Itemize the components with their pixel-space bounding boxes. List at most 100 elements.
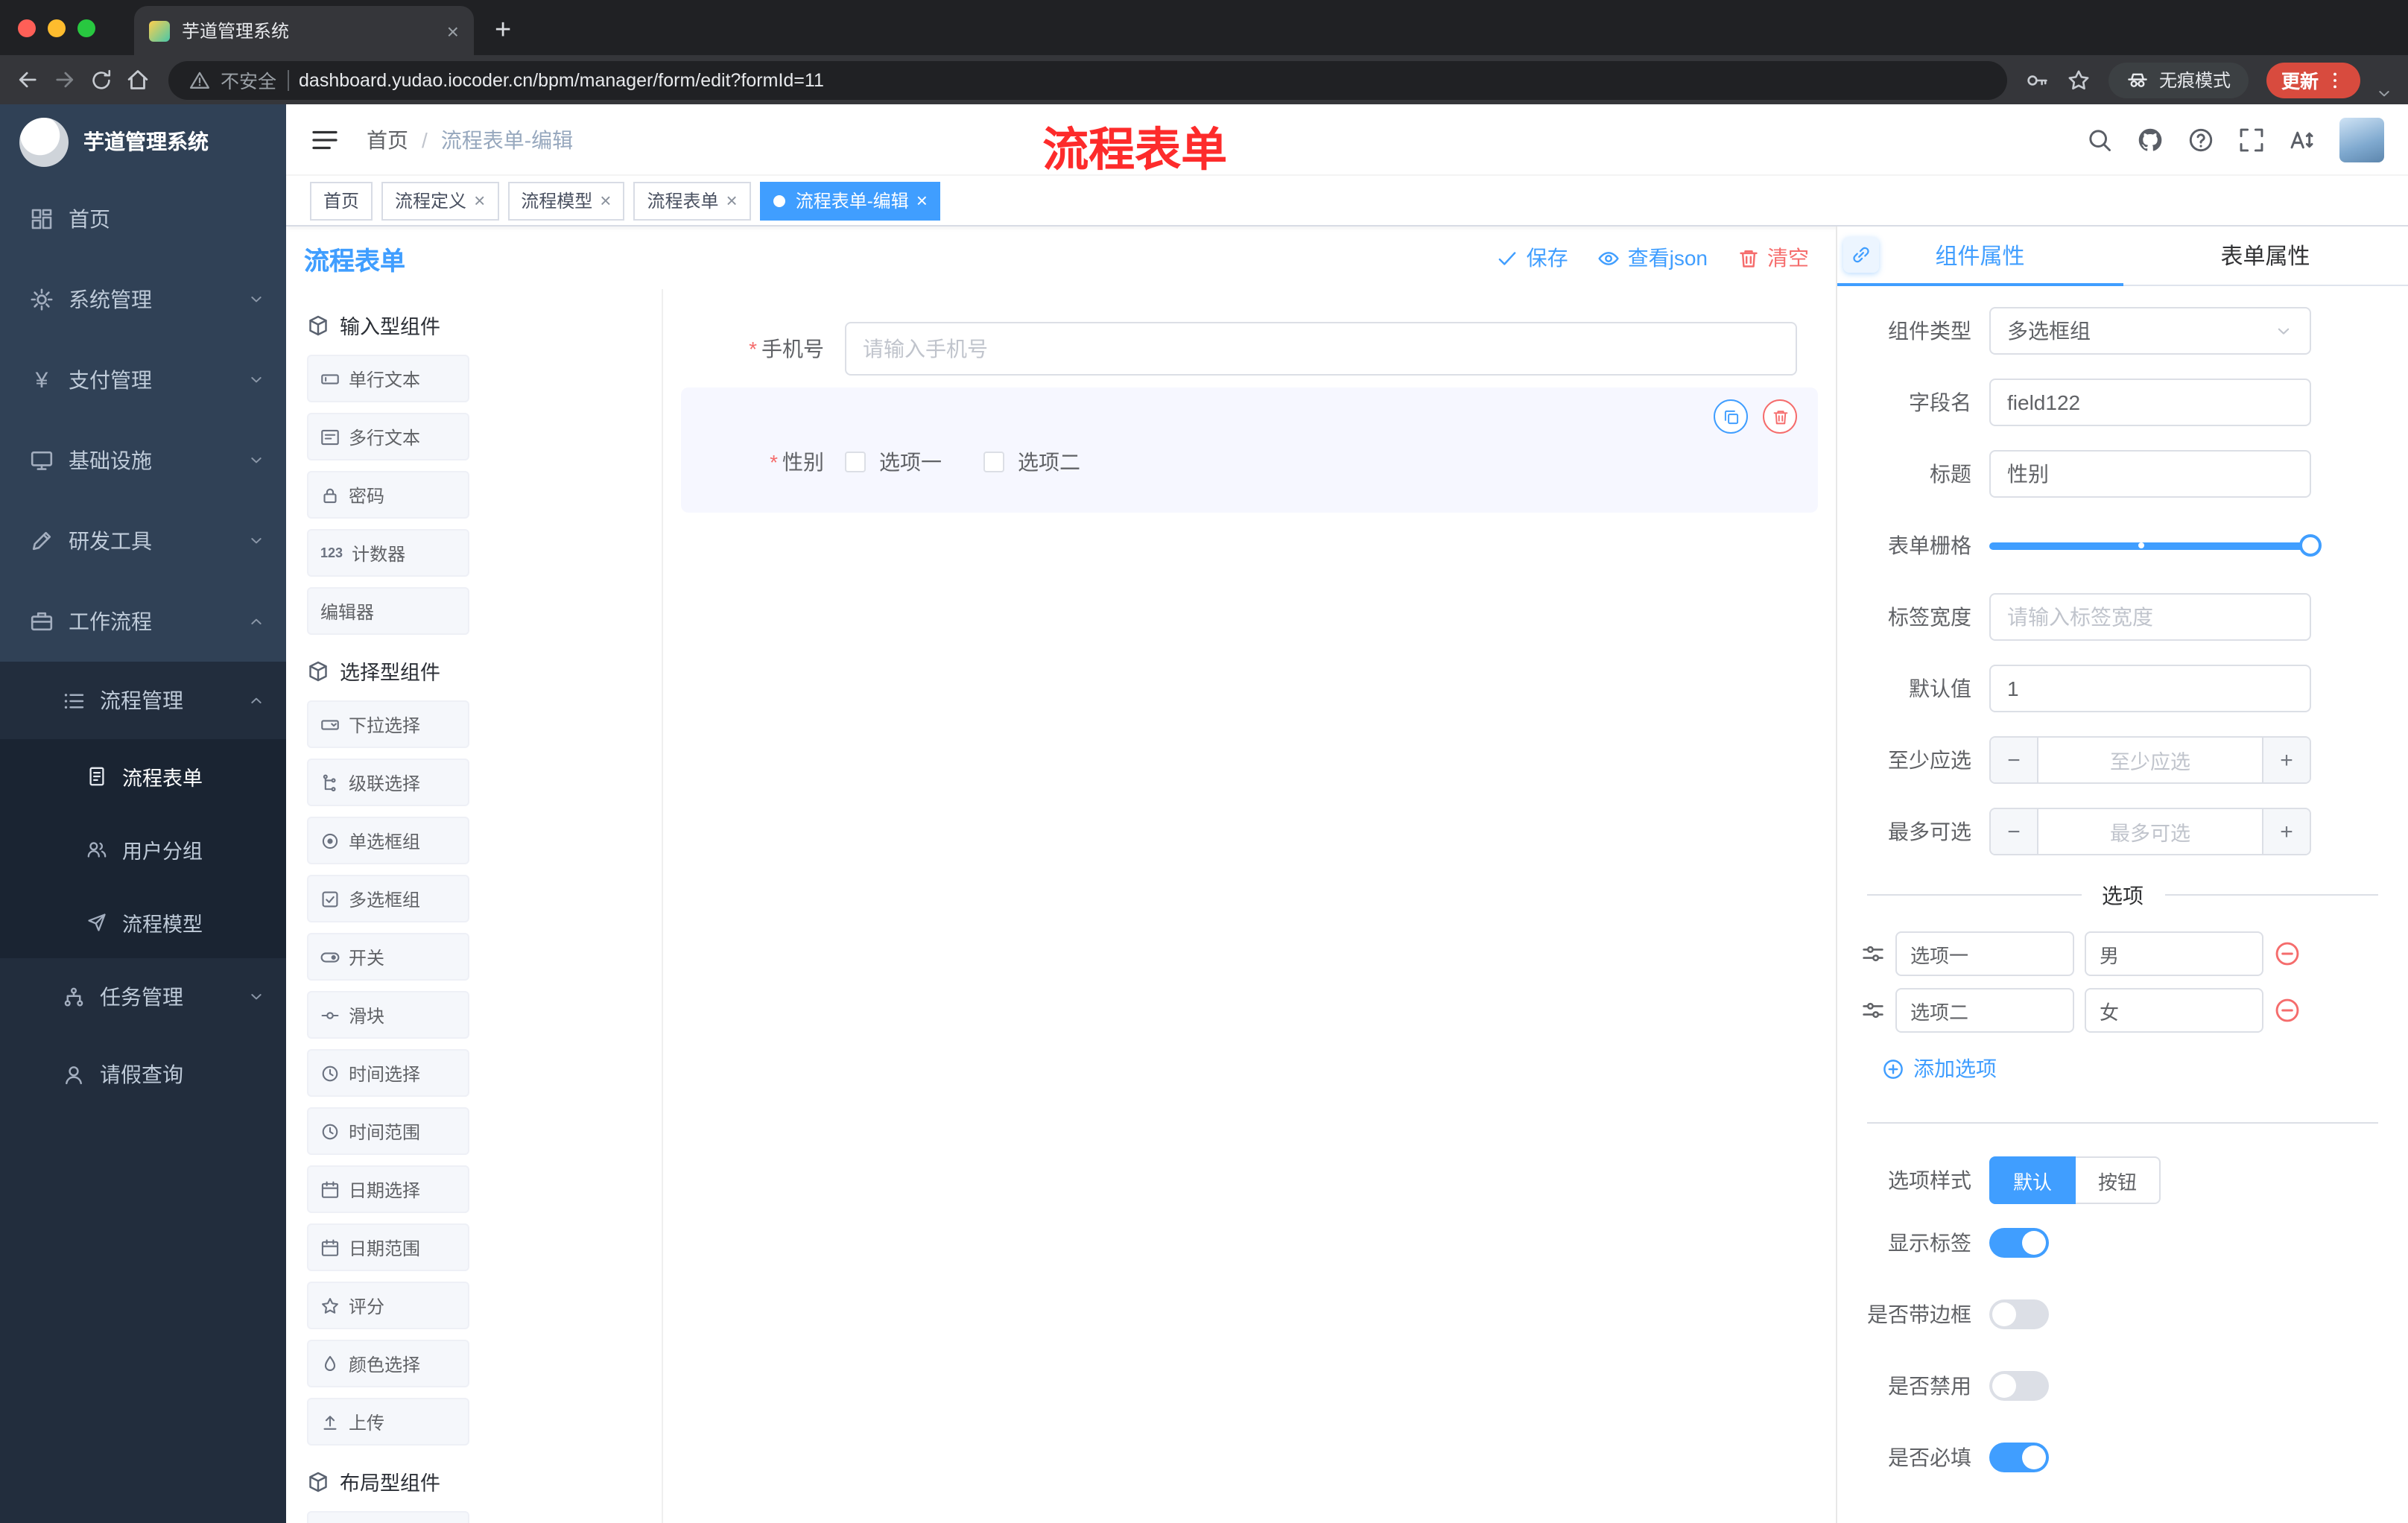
palette-item-checkbox-group[interactable]: 多选框组 [307, 875, 469, 922]
option-value-input[interactable] [2085, 988, 2263, 1033]
close-icon[interactable]: × [726, 191, 738, 210]
increase-button[interactable]: + [2262, 809, 2310, 854]
component-type-select[interactable]: 多选框组 [1989, 307, 2311, 355]
disabled-toggle[interactable] [1989, 1371, 2049, 1401]
canvas-field-gender-selected[interactable]: * 性别 选项一 选项二 [681, 387, 1818, 513]
title-input[interactable] [1989, 450, 2311, 498]
phone-input[interactable] [845, 322, 1797, 376]
palette-item-multi-text[interactable]: 多行文本 [307, 413, 469, 460]
hamburger-icon[interactable] [310, 124, 340, 154]
delete-component-button[interactable] [1763, 399, 1797, 434]
update-menu-chevron-icon[interactable] [2375, 84, 2393, 102]
slider-handle[interactable] [2299, 534, 2322, 557]
style-button-button[interactable]: 按钮 [2076, 1156, 2161, 1204]
palette-item-rate[interactable]: 评分 [307, 1282, 469, 1329]
breadcrumb-home[interactable]: 首页 [367, 124, 408, 154]
border-toggle[interactable] [1989, 1299, 2049, 1329]
decrease-button[interactable]: − [1991, 809, 2038, 854]
close-icon[interactable]: × [600, 191, 611, 210]
sidebar-item-process-model[interactable]: 流程模型 [0, 885, 286, 958]
view-json-button[interactable]: 查看json [1598, 243, 1708, 273]
palette-item-switch[interactable]: 开关 [307, 933, 469, 981]
close-icon[interactable]: × [916, 191, 928, 210]
sidebar-item-process-form[interactable]: 流程表单 [0, 739, 286, 812]
sidebar-item-process-mgmt[interactable]: 流程管理 [0, 662, 286, 739]
clear-button[interactable]: 清空 [1737, 243, 1809, 273]
palette-item-cascader[interactable]: 级联选择 [307, 759, 469, 806]
github-icon[interactable] [2137, 126, 2164, 153]
required-toggle[interactable] [1989, 1443, 2049, 1472]
form-grid-slider[interactable] [1989, 522, 2322, 569]
window-zoom-button[interactable] [77, 19, 95, 37]
palette-item-editor[interactable]: 编辑器 [307, 587, 469, 635]
drag-handle-icon[interactable] [1861, 942, 1885, 966]
address-bar[interactable]: 不安全 dashboard.yudao.iocoder.cn/bpm/manag… [168, 60, 2007, 99]
palette-item-radio-group[interactable]: 单选框组 [307, 817, 469, 864]
sidebar-item-task-mgmt[interactable]: 任务管理 [0, 958, 286, 1036]
palette-item-upload[interactable]: 上传 [307, 1398, 469, 1446]
max-select-placeholder[interactable]: 最多可选 [2038, 809, 2262, 854]
palette-item-slider[interactable]: 滑块 [307, 991, 469, 1039]
remove-option-icon[interactable] [2274, 940, 2301, 967]
search-icon[interactable] [2086, 126, 2113, 153]
not-secure-warning-icon[interactable] [189, 69, 210, 90]
user-avatar[interactable] [2339, 117, 2384, 162]
password-key-icon[interactable] [2025, 68, 2049, 92]
min-select-placeholder[interactable]: 至少应选 [2038, 738, 2262, 782]
remove-option-icon[interactable] [2274, 997, 2301, 1024]
tag-home[interactable]: 首页 [310, 181, 373, 220]
reload-icon[interactable] [89, 68, 113, 92]
checkbox-option-1[interactable]: 选项一 [845, 447, 942, 477]
palette-item-counter[interactable]: 123 计数器 [307, 529, 469, 577]
sidebar-item-leave-query[interactable]: 请假查询 [0, 1036, 286, 1113]
incognito-badge[interactable]: 无痕模式 [2108, 62, 2249, 98]
style-default-button[interactable]: 默认 [1989, 1156, 2076, 1204]
default-value-input[interactable] [1989, 665, 2311, 712]
show-label-toggle[interactable] [1989, 1228, 2049, 1258]
help-icon[interactable] [2187, 126, 2214, 153]
back-icon[interactable] [15, 67, 40, 92]
tag-process-model[interactable]: 流程模型 × [507, 181, 625, 220]
increase-button[interactable]: + [2262, 738, 2310, 782]
sidebar-item-payment[interactable]: ¥ 支付管理 [0, 340, 286, 420]
option-label-input[interactable] [1895, 988, 2074, 1033]
checkbox-option-2[interactable]: 选项二 [983, 447, 1080, 477]
canvas-field-phone[interactable]: * 手机号 [681, 322, 1818, 376]
drag-handle-icon[interactable] [1861, 998, 1885, 1022]
forward-icon[interactable] [52, 67, 77, 92]
tab-component-props[interactable]: 组件属性 [1837, 227, 2123, 286]
sidebar-item-workflow[interactable]: 工作流程 [0, 581, 286, 662]
tag-process-form-edit[interactable]: 流程表单-编辑 × [759, 181, 941, 220]
palette-item-single-text[interactable]: 单行文本 [307, 355, 469, 402]
copy-component-button[interactable] [1714, 399, 1748, 434]
palette-item-time[interactable]: 时间选择 [307, 1049, 469, 1097]
sidebar-item-user-group[interactable]: 用户分组 [0, 812, 286, 885]
sidebar-item-system[interactable]: 系统管理 [0, 259, 286, 340]
palette-item-date[interactable]: 日期选择 [307, 1165, 469, 1213]
label-width-input[interactable] [1989, 593, 2311, 641]
tag-process-form[interactable]: 流程表单 × [633, 181, 751, 220]
palette-item-color[interactable]: 颜色选择 [307, 1340, 469, 1387]
update-button[interactable]: 更新 [2266, 62, 2360, 98]
new-tab-button[interactable]: + [495, 16, 511, 45]
add-option-button[interactable]: 添加选项 [1882, 1054, 2387, 1083]
decrease-button[interactable]: − [1991, 738, 2038, 782]
tab-form-props[interactable]: 表单属性 [2123, 227, 2408, 285]
sidebar-item-infra[interactable]: 基础设施 [0, 420, 286, 501]
browser-tab[interactable]: 芋道管理系统 × [134, 6, 474, 55]
option-value-input[interactable] [2085, 931, 2263, 976]
sidebar-item-home[interactable]: 首页 [0, 179, 286, 259]
sidebar-item-devtools[interactable]: 研发工具 [0, 501, 286, 581]
font-size-icon[interactable] [2289, 126, 2316, 153]
field-name-input[interactable] [1989, 379, 2311, 426]
close-icon[interactable]: × [474, 191, 485, 210]
palette-item-date-range[interactable]: 日期范围 [307, 1223, 469, 1271]
window-close-button[interactable] [18, 19, 36, 37]
palette-item-row-container[interactable]: 行容器 [307, 1511, 469, 1523]
palette-item-time-range[interactable]: 时间范围 [307, 1107, 469, 1155]
window-minimize-button[interactable] [48, 19, 66, 37]
save-button[interactable]: 保存 [1497, 243, 1568, 273]
tag-process-definition[interactable]: 流程定义 × [381, 181, 499, 220]
option-label-input[interactable] [1895, 931, 2074, 976]
home-icon[interactable] [125, 67, 150, 92]
